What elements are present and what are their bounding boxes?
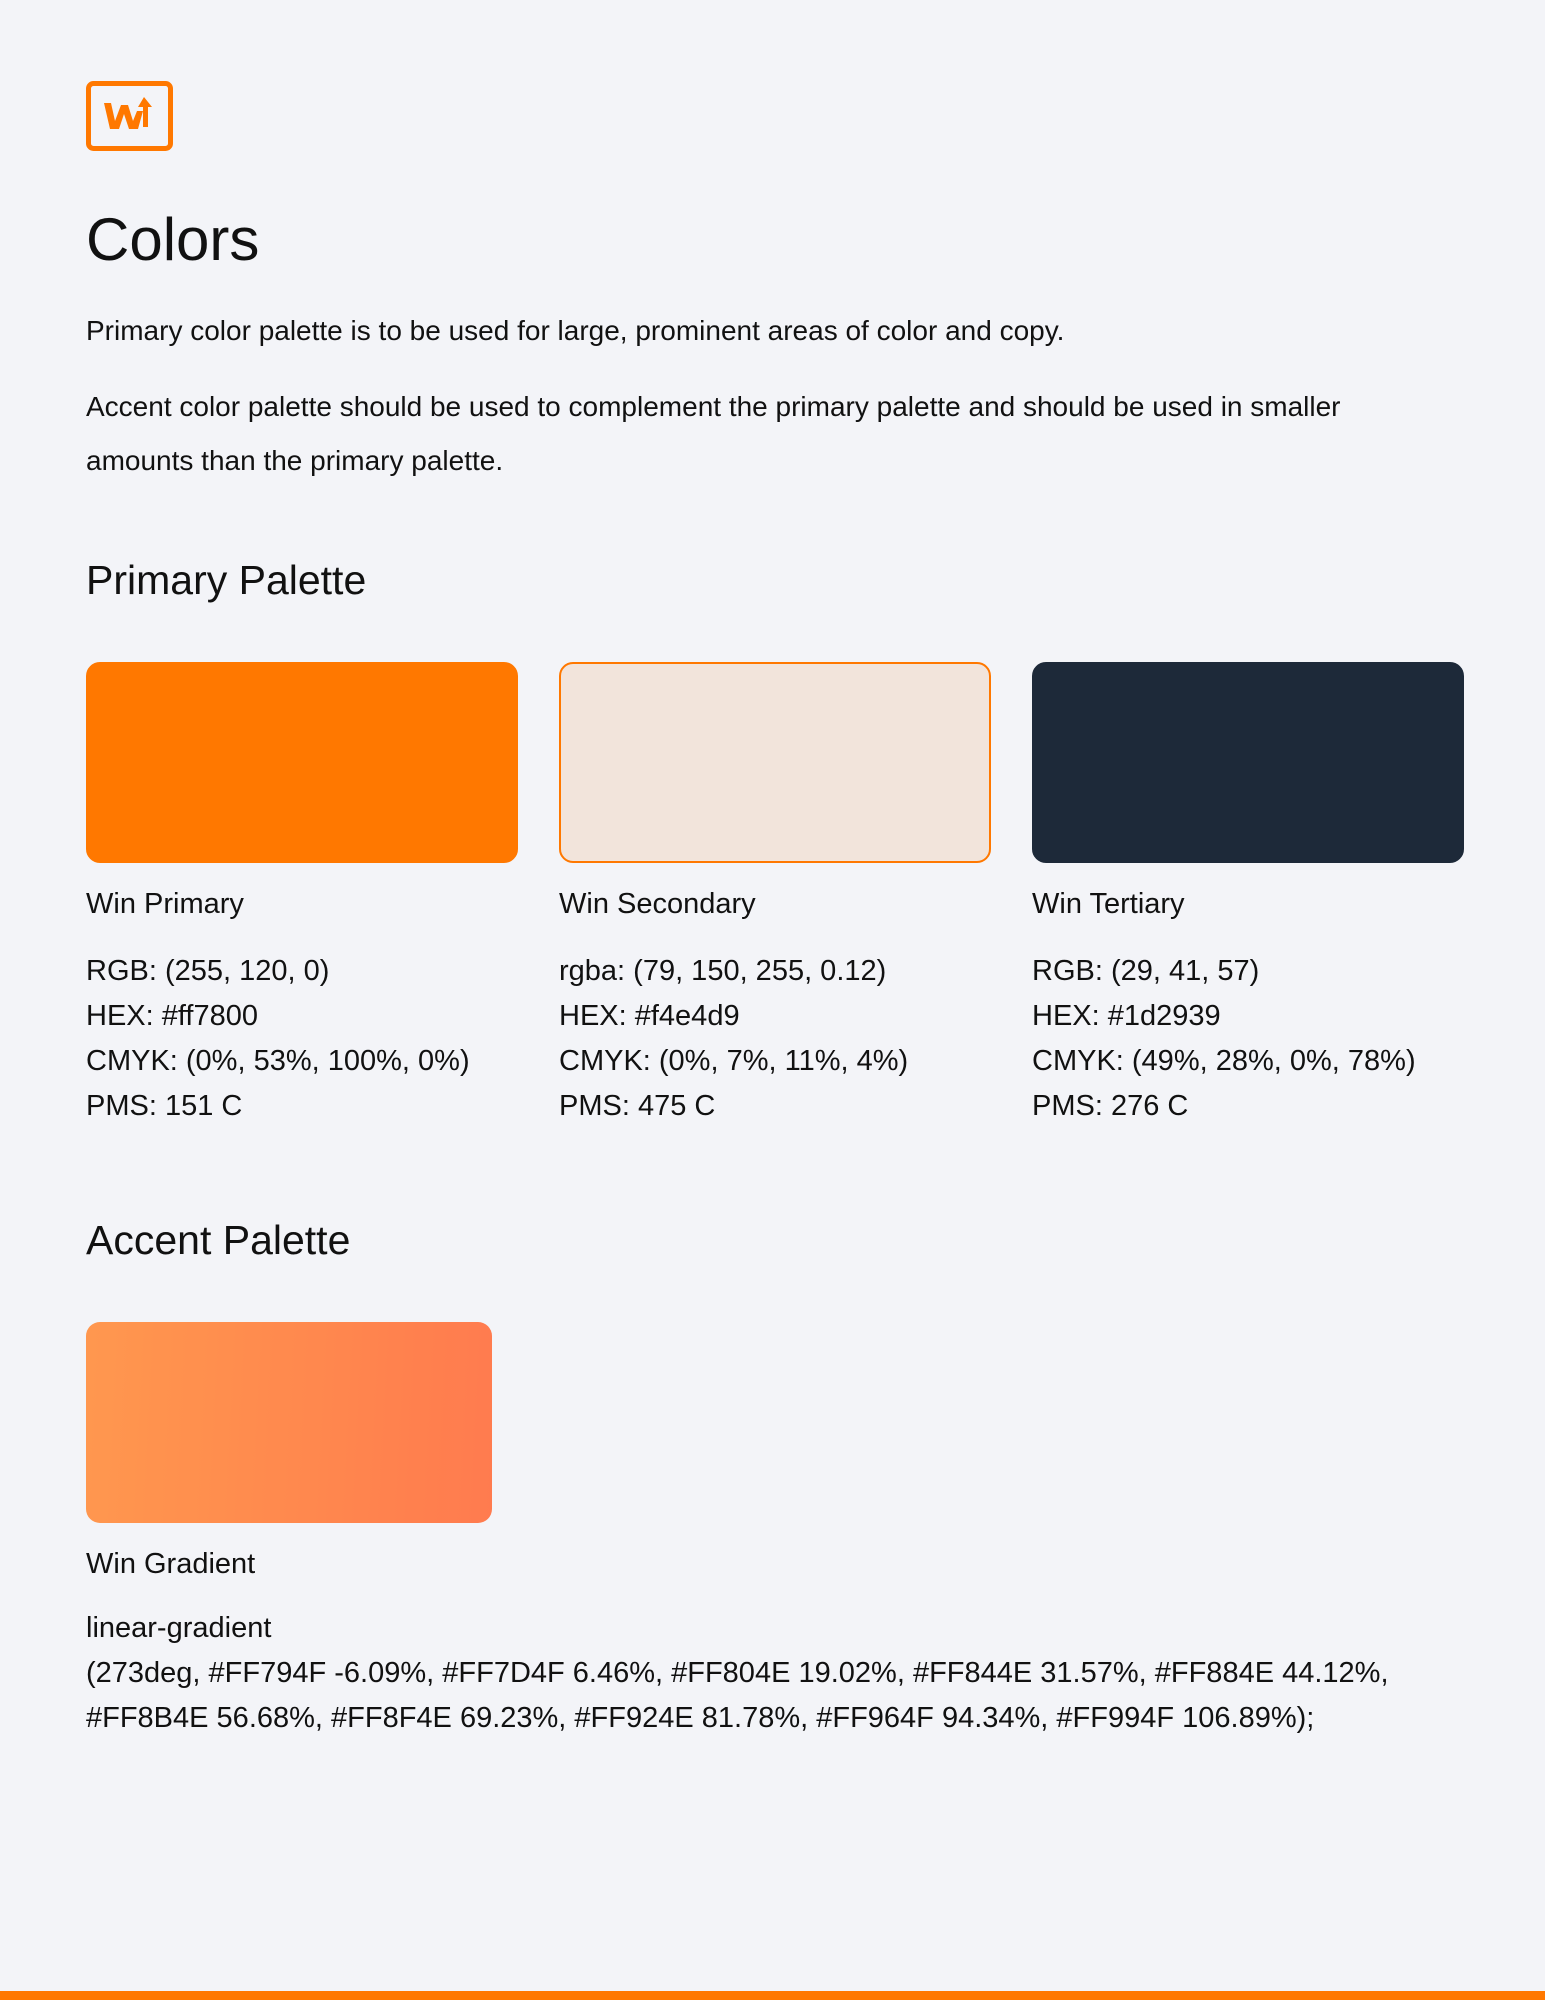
gradient-swatch: [86, 1322, 492, 1523]
pms-value: PMS: 276 C: [1032, 1090, 1189, 1122]
color-swatch: [559, 662, 991, 863]
cmyk-value: CMYK: (49%, 28%, 0%, 78%): [1032, 1045, 1416, 1077]
accent-palette-heading: Accent Palette: [86, 1217, 351, 1263]
page-title: Colors: [86, 206, 260, 273]
cmyk-value: CMYK: (0%, 7%, 11%, 4%): [559, 1045, 909, 1077]
color-specs: RGB: (255, 120, 0) HEX: #ff7800 CMYK: (0…: [86, 949, 470, 1129]
color-specs: rgba: (79, 150, 255, 0.12) HEX: #f4e4d9 …: [559, 949, 908, 1129]
color-name: Win Tertiary: [1032, 888, 1185, 920]
win-logo-icon: [86, 81, 173, 151]
rgb-value: RGB: (29, 41, 57): [1032, 955, 1260, 987]
hex-value: HEX: #1d2939: [1032, 1000, 1221, 1032]
gradient-function: linear-gradient: [86, 1612, 272, 1644]
gradient-stops: (273deg, #FF794F -6.09%, #FF7D4F 6.46%, …: [86, 1657, 1389, 1734]
color-name: Win Gradient: [86, 1548, 256, 1580]
color-name: Win Primary: [86, 888, 244, 920]
rgb-value: RGB: (255, 120, 0): [86, 955, 330, 987]
primary-palette-heading: Primary Palette: [86, 557, 367, 603]
color-card-win-primary: Win Primary RGB: (255, 120, 0) HEX: #ff7…: [86, 662, 518, 1122]
hex-value: HEX: #ff7800: [86, 1000, 258, 1032]
color-specs: RGB: (29, 41, 57) HEX: #1d2939 CMYK: (49…: [1032, 949, 1416, 1129]
pms-value: PMS: 151 C: [86, 1090, 243, 1122]
rgb-value: rgba: (79, 150, 255, 0.12): [559, 955, 887, 987]
color-swatch: [1032, 662, 1464, 863]
color-name: Win Secondary: [559, 888, 756, 920]
color-card-win-tertiary: Win Tertiary RGB: (29, 41, 57) HEX: #1d2…: [1032, 662, 1464, 1122]
pms-value: PMS: 475 C: [559, 1090, 716, 1122]
hex-value: HEX: #f4e4d9: [559, 1000, 740, 1032]
intro-paragraph-accent: Accent color palette should be used to c…: [86, 391, 1341, 476]
gradient-value: linear-gradient (273deg, #FF794F -6.09%,…: [86, 1606, 1406, 1741]
bottom-accent-bar: [0, 1991, 1545, 2000]
cmyk-value: CMYK: (0%, 53%, 100%, 0%): [86, 1045, 470, 1077]
color-card-win-secondary: Win Secondary rgba: (79, 150, 255, 0.12)…: [559, 662, 991, 1122]
intro-paragraph-primary: Primary color palette is to be used for …: [86, 315, 1065, 346]
color-card-win-gradient: Win Gradient: [86, 1322, 492, 1580]
color-swatch: [86, 662, 518, 863]
